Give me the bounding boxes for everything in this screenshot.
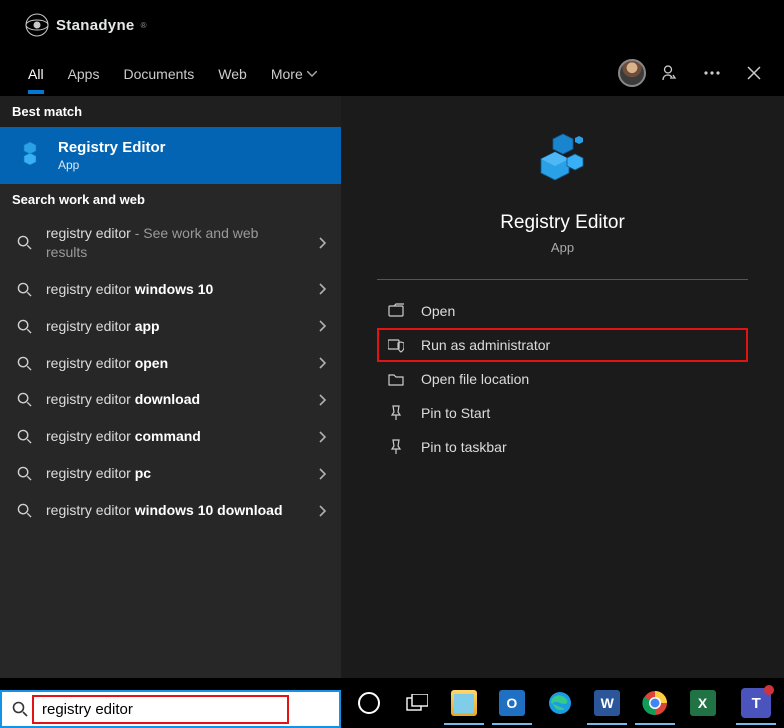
suggestion-text: registry editor pc: [46, 464, 327, 483]
search-bar-container: [0, 690, 341, 728]
tab-apps[interactable]: Apps: [56, 53, 112, 93]
suggestion-text: registry editor windows 10 download: [46, 501, 327, 520]
action-open-location-label: Open file location: [421, 371, 529, 387]
best-match-text: Registry Editor App: [58, 139, 166, 172]
search-icon: [14, 235, 34, 250]
suggestion-item[interactable]: registry editor windows 10 download: [0, 492, 341, 529]
search-icon: [14, 282, 34, 297]
file-explorer-icon[interactable]: [440, 681, 488, 725]
best-match-subtitle: App: [58, 158, 166, 172]
suggestion-item[interactable]: registry editor windows 10: [0, 271, 341, 308]
suggestion-item[interactable]: registry editor command: [0, 418, 341, 455]
tab-web[interactable]: Web: [206, 53, 259, 93]
tab-more-label: More: [271, 66, 303, 82]
suggestion-text: registry editor windows 10: [46, 280, 327, 299]
search-icon: [14, 356, 34, 371]
brand-name: Stanadyne: [56, 17, 135, 34]
chevron-right-icon: [319, 283, 327, 295]
teams-icon[interactable]: T: [732, 681, 780, 725]
brand-icon: [24, 12, 50, 38]
action-open-file-location[interactable]: Open file location: [377, 362, 748, 396]
outlook-icon[interactable]: O: [488, 681, 536, 725]
suggestion-text: registry editor - See work and web resul…: [46, 224, 327, 262]
preview-hero: Registry Editor App: [377, 120, 748, 279]
tab-all[interactable]: All: [16, 53, 56, 93]
brand-bar: Stanadyne ®: [0, 0, 784, 50]
chevron-right-icon: [319, 505, 327, 517]
cortana-icon[interactable]: [345, 681, 393, 725]
action-pin-to-taskbar[interactable]: Pin to taskbar: [377, 430, 748, 464]
pin-icon: [387, 405, 405, 421]
word-icon[interactable]: W: [583, 681, 631, 725]
tab-documents[interactable]: Documents: [111, 53, 206, 93]
suggestion-list: registry editor - See work and web resul…: [0, 215, 341, 529]
search-icon: [14, 392, 34, 407]
search-tabs-header: All Apps Documents Web More: [0, 50, 784, 96]
preview-pane: Registry Editor App Open Run as administ…: [341, 96, 784, 678]
action-open[interactable]: Open: [377, 294, 748, 328]
chevron-right-icon: [319, 357, 327, 369]
feedback-icon[interactable]: [652, 55, 688, 91]
preview-title: Registry Editor: [500, 212, 625, 234]
brand-logo: Stanadyne ®: [24, 12, 146, 38]
edge-icon[interactable]: [536, 681, 584, 725]
search-icon: [14, 319, 34, 334]
search-bar[interactable]: [0, 690, 341, 728]
action-run-as-administrator[interactable]: Run as administrator: [377, 328, 748, 362]
taskbar: O W X T: [341, 678, 784, 728]
header-right: [618, 55, 780, 91]
suggestion-text: registry editor download: [46, 390, 327, 409]
action-run-admin-label: Run as administrator: [421, 337, 550, 353]
suggestion-item[interactable]: registry editor pc: [0, 455, 341, 492]
search-icon: [14, 429, 34, 444]
registry-editor-icon: [14, 140, 46, 172]
suggestion-text: registry editor open: [46, 354, 327, 373]
avatar[interactable]: [618, 59, 646, 87]
chrome-icon[interactable]: [631, 681, 679, 725]
section-search-work-web: Search work and web: [0, 184, 341, 215]
more-options-icon[interactable]: [694, 55, 730, 91]
suggestion-item[interactable]: registry editor - See work and web resul…: [0, 215, 341, 271]
suggestion-item[interactable]: registry editor open: [0, 345, 341, 382]
section-best-match: Best match: [0, 96, 341, 127]
folder-icon: [387, 371, 405, 387]
best-match-title: Registry Editor: [58, 139, 166, 156]
brand-registered: ®: [141, 21, 147, 30]
caret-down-icon: [307, 71, 317, 77]
preview-actions: Open Run as administrator Open file loca…: [377, 280, 748, 464]
chevron-right-icon: [319, 320, 327, 332]
chevron-right-icon: [319, 394, 327, 406]
body-row: Best match Registry Editor App Search wo…: [0, 96, 784, 678]
search-icon: [12, 701, 28, 717]
search-query-highlight: [32, 695, 289, 724]
action-pin-to-start[interactable]: Pin to Start: [377, 396, 748, 430]
preview-subtitle: App: [551, 240, 574, 255]
suggestion-text: registry editor command: [46, 427, 327, 446]
action-open-label: Open: [421, 303, 455, 319]
chevron-right-icon: [319, 468, 327, 480]
close-icon[interactable]: [736, 55, 772, 91]
taskview-icon[interactable]: [393, 681, 441, 725]
admin-shield-icon: [387, 337, 405, 353]
action-pin-start-label: Pin to Start: [421, 405, 490, 421]
open-icon: [387, 303, 405, 319]
chevron-right-icon: [319, 237, 327, 249]
suggestion-item[interactable]: registry editor download: [0, 381, 341, 418]
tab-more[interactable]: More: [259, 53, 329, 93]
pin-icon: [387, 439, 405, 455]
action-pin-taskbar-label: Pin to taskbar: [421, 439, 507, 455]
search-icon: [14, 503, 34, 518]
search-icon: [14, 466, 34, 481]
best-match-item[interactable]: Registry Editor App: [0, 127, 341, 184]
search-input[interactable]: [36, 697, 247, 722]
suggestion-text: registry editor app: [46, 317, 327, 336]
suggestion-item[interactable]: registry editor app: [0, 308, 341, 345]
results-pane: Best match Registry Editor App Search wo…: [0, 96, 341, 678]
chevron-right-icon: [319, 431, 327, 443]
registry-editor-large-icon: [531, 130, 595, 194]
excel-icon[interactable]: X: [679, 681, 727, 725]
